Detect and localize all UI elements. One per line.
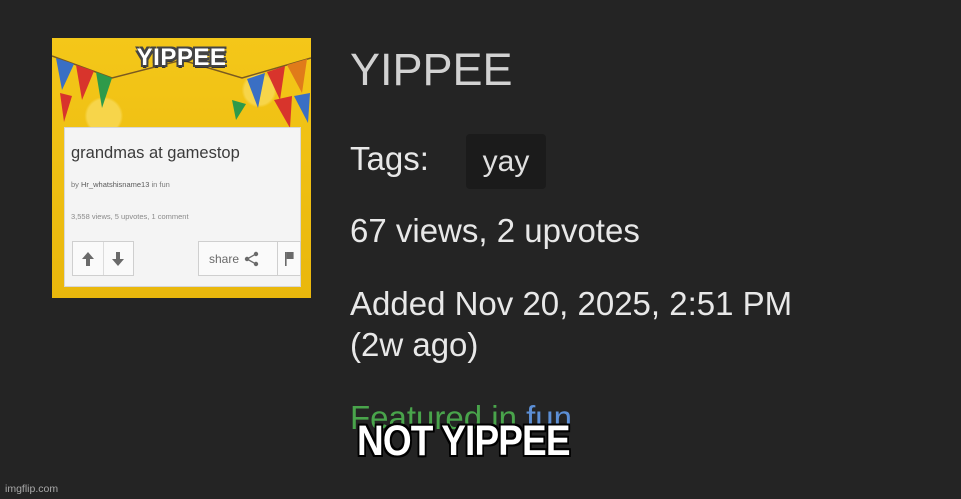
tags-label: Tags:: [350, 140, 429, 177]
thumbnail-title: YIPPEE: [136, 44, 227, 71]
card-byline: by Hr_whatshisname13 in fun: [71, 180, 170, 189]
embedded-post-card: grandmas at gamestop by Hr_whatshisname1…: [64, 127, 301, 287]
added-timestamp: Added Nov 20, 2025, 2:51 PM: [350, 285, 793, 322]
vote-box: [72, 241, 134, 276]
downvote-button: [103, 242, 133, 275]
byline-in: in: [151, 180, 158, 189]
upvote-button: [73, 242, 104, 275]
overlay-caption: NOT YIPPEE: [357, 417, 571, 465]
card-stats: 3,558 views, 5 upvotes, 1 comment: [71, 212, 189, 221]
tag-yay[interactable]: yay: [466, 134, 546, 189]
post-title: YIPPEE: [350, 44, 513, 95]
flag-button: [278, 241, 301, 276]
card-title: grandmas at gamestop: [71, 144, 240, 162]
post-stats: 67 views, 2 upvotes: [350, 212, 640, 249]
imgflip-watermark: imgflip.com: [5, 483, 59, 495]
byline-stream: fun: [159, 180, 170, 189]
meme-thumbnail[interactable]: YIPPEE grandmas at gamestop by Hr_whatsh…: [52, 38, 311, 298]
share-button: share: [198, 241, 278, 276]
share-label: share: [209, 251, 240, 266]
flag-icon: [285, 251, 294, 266]
added-relative-time: (2w ago): [350, 326, 479, 363]
share-icon: [244, 251, 259, 266]
byline-author: Hr_whatshisname13: [81, 180, 150, 189]
downvote-arrow-icon: [112, 251, 124, 266]
post-added-date: Added Nov 20, 2025, 2:51 PM (2w ago): [350, 283, 792, 365]
byline-prefix: by: [71, 180, 79, 189]
upvote-arrow-icon: [82, 251, 94, 266]
